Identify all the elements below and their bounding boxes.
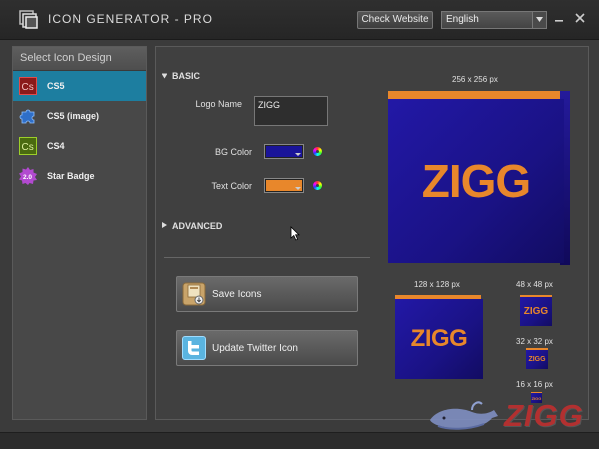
divider xyxy=(164,257,370,258)
svg-text:2.0: 2.0 xyxy=(23,174,32,181)
design-item-label: CS5 xyxy=(47,81,65,91)
design-item-cs5-image[interactable]: CS5 (image) xyxy=(13,101,146,131)
design-item-label: CS4 xyxy=(47,141,65,151)
bg-color-label: BG Color xyxy=(214,147,252,157)
preview-32: ZIGG xyxy=(526,348,548,369)
puzzle-icon xyxy=(19,107,37,125)
update-twitter-icon-button[interactable]: Update Twitter Icon xyxy=(176,330,358,366)
expand-arrow-icon[interactable] xyxy=(162,73,167,79)
svg-text:Cs: Cs xyxy=(22,82,34,93)
color-wheel-icon[interactable] xyxy=(313,181,322,190)
save-icons-button[interactable]: Save Icons xyxy=(176,276,358,312)
icon-design-panel: Select Icon Design Cs CS5 CS5 (image) Cs… xyxy=(12,46,147,420)
svg-text:Cs: Cs xyxy=(22,142,34,153)
basic-section-header[interactable]: BASIC xyxy=(172,71,200,81)
preview-256: ZIGG xyxy=(388,91,570,265)
preview-16-label: 16 x 16 px xyxy=(516,380,553,389)
zigg-watermark: ZIGG xyxy=(428,396,593,434)
design-item-label: CS5 (image) xyxy=(47,111,100,121)
preview-48-face: ZIGG xyxy=(520,297,552,326)
save-icon xyxy=(182,282,206,306)
chevron-down-icon[interactable] xyxy=(532,12,546,28)
text-color-swatch[interactable] xyxy=(264,178,304,193)
cs5-icon: Cs xyxy=(19,77,37,95)
language-value: English xyxy=(446,14,479,25)
preview-32-face: ZIGG xyxy=(526,350,548,369)
advanced-section-header[interactable]: ADVANCED xyxy=(172,221,222,231)
cs4-icon: Cs xyxy=(19,137,37,155)
panel-heading: Select Icon Design xyxy=(13,47,146,71)
preview-32-label: 32 x 32 px xyxy=(516,337,553,346)
bg-color-fill xyxy=(266,146,302,157)
preview-256-face: ZIGG xyxy=(388,99,564,263)
text-color-fill xyxy=(266,180,302,191)
app-logo-icon xyxy=(19,10,38,29)
close-icon[interactable] xyxy=(574,12,586,24)
collapse-arrow-icon[interactable] xyxy=(162,222,167,228)
main-panel: BASIC Logo Name ZIGG BG Color Text Color… xyxy=(155,46,589,420)
update-twitter-icon-label: Update Twitter Icon xyxy=(212,342,298,354)
whale-logo-icon xyxy=(430,401,498,430)
logo-name-input[interactable]: ZIGG xyxy=(254,96,328,126)
text-color-label: Text Color xyxy=(211,181,252,191)
preview-48: ZIGG xyxy=(520,295,552,326)
design-item-cs5[interactable]: Cs CS5 xyxy=(13,71,146,101)
bg-color-swatch[interactable] xyxy=(264,144,304,159)
preview-128-label: 128 x 128 px xyxy=(414,280,460,289)
preview-256-label: 256 x 256 px xyxy=(452,75,498,84)
minimize-icon[interactable] xyxy=(553,12,565,24)
language-select[interactable]: English xyxy=(441,11,547,29)
watermark-text: ZIGG xyxy=(504,398,584,433)
save-icons-label: Save Icons xyxy=(212,288,262,300)
design-item-star-badge[interactable]: 2.0 Star Badge xyxy=(13,161,146,191)
mouse-cursor-icon xyxy=(290,226,300,241)
twitter-icon xyxy=(182,336,206,360)
logo-name-label: Logo Name xyxy=(195,99,242,109)
preview-48-label: 48 x 48 px xyxy=(516,280,553,289)
preview-128: ZIGG xyxy=(395,295,485,379)
design-item-label: Star Badge xyxy=(47,171,95,181)
color-wheel-icon[interactable] xyxy=(313,147,322,156)
star-badge-icon: 2.0 xyxy=(19,167,37,185)
title-bar: ICON GENERATOR - PRO Check Website Engli… xyxy=(0,0,599,40)
app-title: ICON GENERATOR - PRO xyxy=(48,12,213,26)
check-website-button[interactable]: Check Website xyxy=(357,11,433,29)
design-item-cs4[interactable]: Cs CS4 xyxy=(13,131,146,161)
status-bar xyxy=(0,432,599,449)
preview-128-face: ZIGG xyxy=(395,299,483,379)
